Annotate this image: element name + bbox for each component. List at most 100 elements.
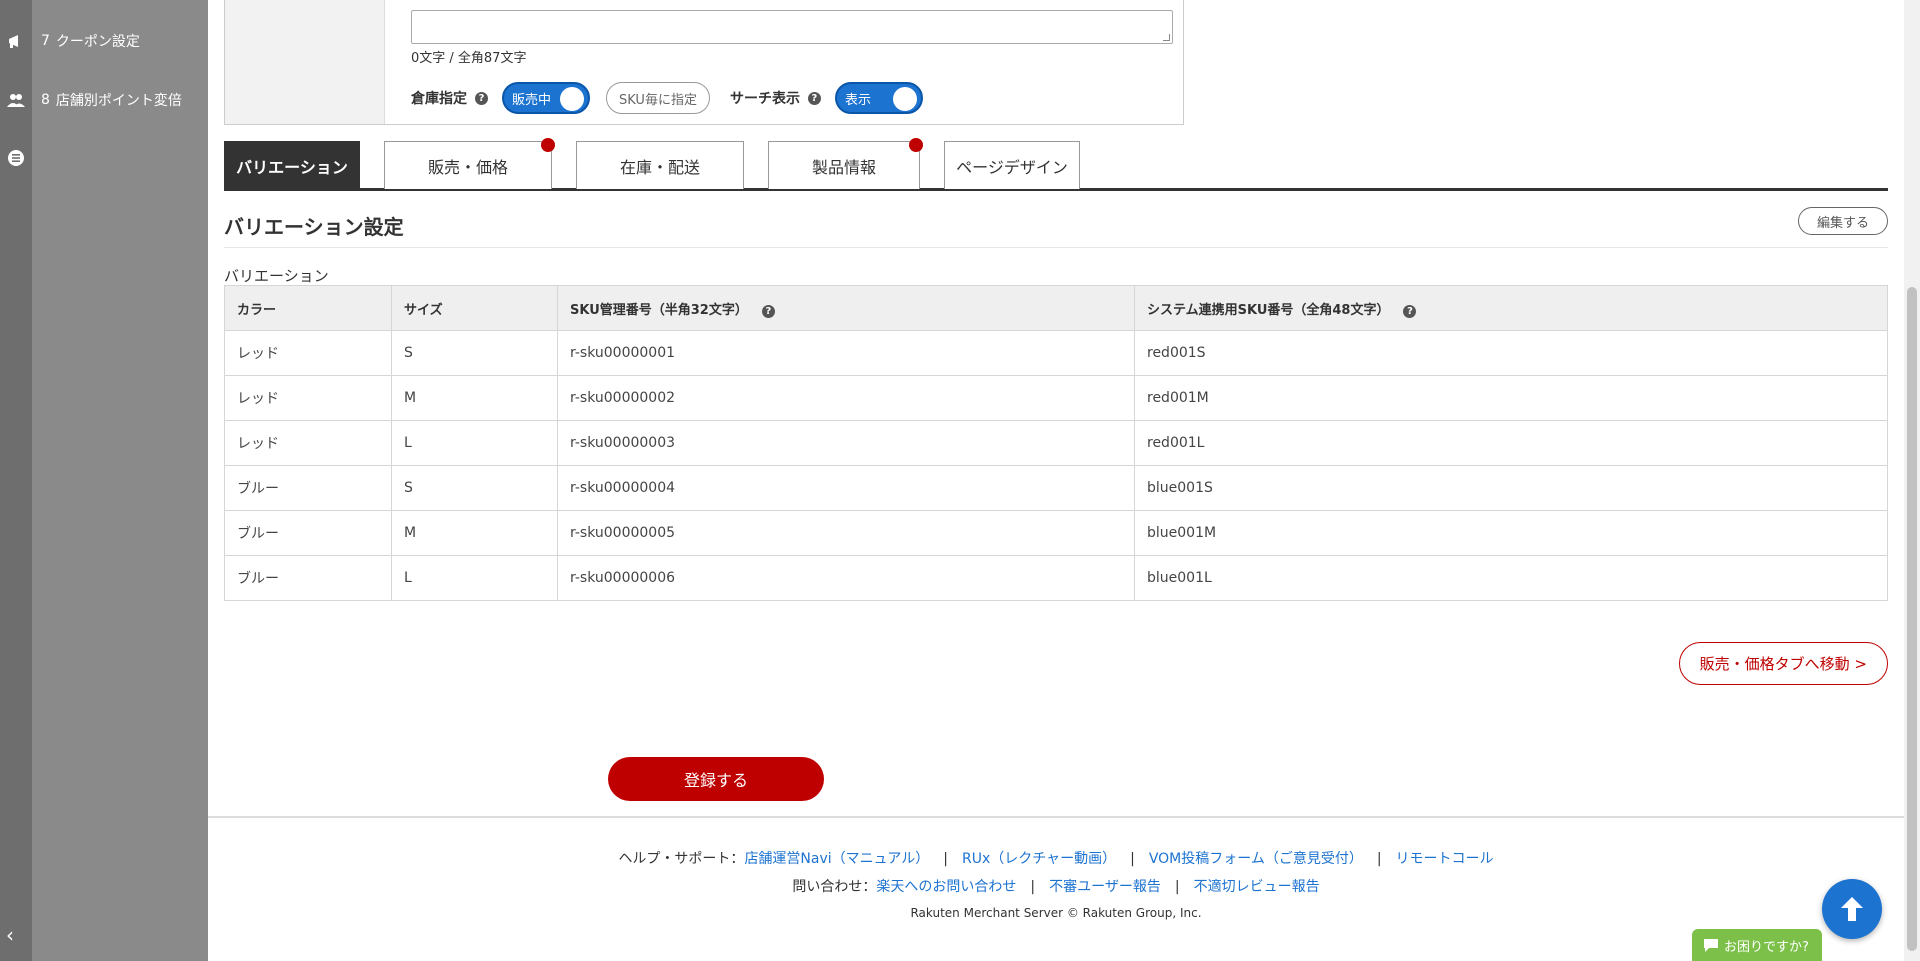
sidebar bbox=[32, 0, 208, 961]
cell: blue001S bbox=[1134, 465, 1888, 511]
footer-link-contact-rakuten[interactable]: 楽天へのお問い合わせ bbox=[876, 879, 1016, 895]
footer-contact-line: 問い合わせ：楽天へのお問い合わせ | 不審ユーザー報告 | 不適切レビュー報告 bbox=[792, 879, 1320, 895]
scroll-to-top-button[interactable] bbox=[1822, 879, 1882, 939]
tab-sales-price[interactable]: 販売・価格 bbox=[384, 138, 555, 189]
variation-table: カラー サイズ SKU管理番号（半角32文字）? システム連携用SKU番号（全角… bbox=[224, 285, 1888, 601]
cell: r-sku00000006 bbox=[557, 555, 1135, 601]
table-row: ブルー Mr-sku00000005 blue001M bbox=[224, 510, 1888, 556]
footer-link-navi[interactable]: 店舗運営Navi（マニュアル） bbox=[744, 851, 929, 867]
cell: S bbox=[391, 330, 558, 376]
cell: レッド bbox=[224, 330, 392, 376]
main-area: 0文字 / 全角87文字 倉庫指定 ? 販売中 SKU毎に指定 サーチ表示 ? … bbox=[208, 0, 1904, 961]
help-icon[interactable]: ? bbox=[1403, 304, 1417, 318]
tab-page-design[interactable]: ページデザイン bbox=[944, 141, 1080, 189]
alert-dot bbox=[541, 138, 555, 152]
cell: M bbox=[391, 375, 558, 421]
warehouse-toggle[interactable]: 販売中 bbox=[502, 82, 590, 114]
submit-button[interactable]: 登録する bbox=[608, 757, 824, 801]
column-header-sku: SKU管理番号（半角32文字）? bbox=[557, 285, 1135, 331]
cell: L bbox=[391, 420, 558, 466]
scrollbar[interactable] bbox=[1904, 0, 1920, 961]
sku-specify-button[interactable]: SKU毎に指定 bbox=[606, 82, 710, 114]
cell: S bbox=[391, 465, 558, 511]
footer-link-vom[interactable]: VOM投稿フォーム（ご意見受付） bbox=[1149, 851, 1363, 867]
footer-link-suspicious-user[interactable]: 不審ユーザー報告 bbox=[1049, 879, 1161, 895]
cell: blue001M bbox=[1134, 510, 1888, 556]
cell: ブルー bbox=[224, 465, 392, 511]
column-header-color: カラー bbox=[224, 285, 392, 331]
footer: ヘルプ・サポート：店舗運営Navi（マニュアル） | RUx（レクチャー動画） | VO… bbox=[208, 816, 1904, 961]
help-icon[interactable]: ? bbox=[807, 91, 821, 105]
variation-label: バリエーション bbox=[224, 267, 329, 285]
sidebar-item-store-points[interactable]: 8 店舗別ポイント変倍 bbox=[0, 80, 208, 120]
cell: ブルー bbox=[224, 555, 392, 601]
sidebar-item-label: クーポン設定 bbox=[55, 34, 140, 50]
table-row: ブルー Sr-sku00000004 blue001S bbox=[224, 465, 1888, 511]
footer-link-rux[interactable]: RUx（レクチャー動画） bbox=[962, 851, 1116, 867]
description-textarea[interactable] bbox=[411, 10, 1173, 44]
tab-stock-shipping[interactable]: 在庫・配送 bbox=[576, 141, 744, 189]
chat-bubble-icon bbox=[1704, 939, 1718, 952]
search-display-toggle[interactable]: 表示 bbox=[834, 82, 923, 114]
arrow-up-icon bbox=[1841, 897, 1863, 921]
tab-variation[interactable]: バリエーション bbox=[224, 141, 360, 189]
edit-button[interactable]: 編集する bbox=[1797, 207, 1888, 235]
warehouse-toggle-label: 販売中 bbox=[512, 92, 552, 108]
footer-help-label: ヘルプ・サポート： bbox=[618, 851, 745, 867]
cell: red001L bbox=[1134, 420, 1888, 466]
cell: レッド bbox=[224, 375, 392, 421]
megaphone-icon bbox=[0, 32, 32, 50]
cell: r-sku00000003 bbox=[557, 420, 1135, 466]
form-field-column: 0文字 / 全角87文字 倉庫指定 ? 販売中 SKU毎に指定 サーチ表示 ? … bbox=[385, 0, 1183, 124]
table-row: レッド Mr-sku00000002 red001M bbox=[224, 375, 1888, 421]
copyright: Rakuten Merchant Server © Rakuten Group,… bbox=[910, 906, 1202, 920]
users-icon bbox=[0, 92, 32, 108]
toggle-knob bbox=[560, 87, 584, 111]
footer-contact-label: 問い合わせ： bbox=[792, 879, 877, 895]
form-box: 0文字 / 全角87文字 倉庫指定 ? 販売中 SKU毎に指定 サーチ表示 ? … bbox=[224, 0, 1184, 125]
form-label-column bbox=[225, 0, 385, 124]
warehouse-label: 倉庫指定 bbox=[411, 91, 467, 107]
sidebar-item-list[interactable] bbox=[0, 138, 32, 178]
table-header-row: カラー サイズ SKU管理番号（半角32文字）? システム連携用SKU番号（全角… bbox=[224, 285, 1888, 331]
sidebar-item-number: 7 bbox=[41, 33, 50, 49]
move-to-sales-tab-button[interactable]: 販売・価格タブへ移動 > bbox=[1678, 642, 1888, 685]
table-row: レッド Sr-sku00000001 red001S bbox=[224, 330, 1888, 376]
cell: L bbox=[391, 555, 558, 601]
help-icon[interactable]: ? bbox=[761, 304, 775, 318]
list-icon bbox=[0, 149, 32, 167]
help-chat-label: お困りですか? bbox=[1724, 939, 1809, 955]
search-display-label: サーチ表示 bbox=[729, 91, 800, 107]
help-icon[interactable]: ? bbox=[475, 91, 488, 105]
column-header-system-sku: システム連携用SKU番号（全角48文字）? bbox=[1134, 285, 1888, 331]
sidebar-collapse-icon[interactable]: ‹ bbox=[6, 923, 14, 947]
alert-dot bbox=[909, 138, 923, 152]
table-row: ブルー Lr-sku00000006 blue001L bbox=[224, 555, 1888, 601]
footer-link-remote-call[interactable]: リモートコール bbox=[1396, 851, 1494, 867]
footer-help-line: ヘルプ・サポート：店舗運営Navi（マニュアル） | RUx（レクチャー動画） | VO… bbox=[618, 851, 1494, 867]
cell: r-sku00000001 bbox=[557, 330, 1135, 376]
cell: レッド bbox=[224, 420, 392, 466]
cell: red001S bbox=[1134, 330, 1888, 376]
cell: M bbox=[391, 510, 558, 556]
sidebar-item-number: 8 bbox=[41, 92, 50, 108]
cell: red001M bbox=[1134, 375, 1888, 421]
tab-bar: バリエーション 販売・価格 在庫・配送 製品情報 ページデザイン bbox=[224, 138, 1888, 191]
table-row: レッド Lr-sku00000003 red001L bbox=[224, 420, 1888, 466]
search-toggle-label: 表示 bbox=[844, 92, 871, 108]
column-header-size: サイズ bbox=[391, 285, 558, 331]
toggle-knob bbox=[892, 87, 917, 111]
scrollbar-thumb[interactable] bbox=[1907, 287, 1917, 951]
footer-link-inappropriate-review[interactable]: 不適切レビュー報告 bbox=[1194, 879, 1320, 895]
section-title: バリエーション設定 bbox=[224, 215, 404, 239]
sidebar-item-label: 店舗別ポイント変倍 bbox=[55, 93, 182, 109]
divider bbox=[224, 247, 1888, 248]
cell: r-sku00000002 bbox=[557, 375, 1135, 421]
cell: blue001L bbox=[1134, 555, 1888, 601]
cell: r-sku00000005 bbox=[557, 510, 1135, 556]
toggle-row: 倉庫指定 ? 販売中 SKU毎に指定 サーチ表示 ? 表示 bbox=[411, 82, 1173, 114]
help-chat-button[interactable]: お困りですか? bbox=[1692, 929, 1822, 961]
tab-product-info[interactable]: 製品情報 bbox=[768, 138, 923, 189]
sidebar-item-coupon[interactable]: 7 クーポン設定 bbox=[0, 21, 208, 61]
cell: r-sku00000004 bbox=[557, 465, 1135, 511]
